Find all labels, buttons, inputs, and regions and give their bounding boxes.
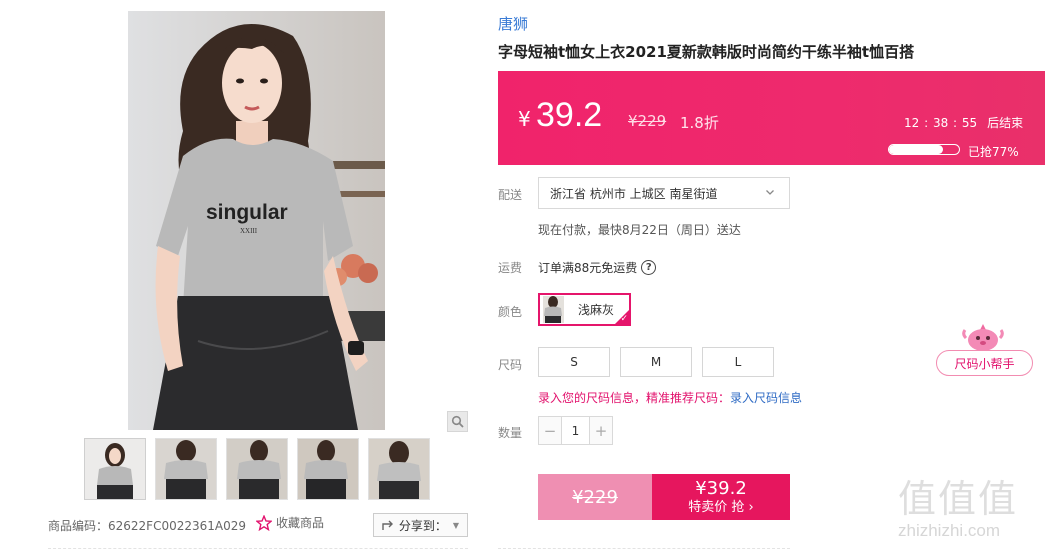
original-price-strike: ¥229: [572, 486, 618, 508]
color-swatch-image: [543, 296, 564, 323]
current-price: 39.2: [536, 96, 603, 134]
divider: [48, 548, 468, 549]
checkmark-icon: ✓: [620, 314, 628, 324]
color-name: 浅麻灰: [578, 303, 615, 317]
size-helper-widget[interactable]: 尺码小帮手: [936, 322, 1034, 378]
thumbnail-4[interactable]: [297, 438, 359, 500]
thumbnail-image: [85, 439, 145, 499]
quantity-input[interactable]: 1: [561, 417, 590, 444]
main-product-image[interactable]: singular XXIII: [128, 11, 385, 430]
star-icon: [256, 514, 272, 531]
size-helper-button[interactable]: 尺码小帮手: [936, 350, 1033, 376]
divider: [498, 548, 790, 549]
original-price: ¥229: [628, 112, 667, 130]
svg-text:XXIII: XXIII: [240, 227, 258, 235]
color-label: 颜色: [498, 305, 523, 319]
zoom-button[interactable]: [447, 411, 468, 432]
thumbnail-strip: [84, 438, 444, 500]
original-price-block: ¥229: [538, 474, 652, 520]
thumbnail-1[interactable]: [84, 438, 146, 500]
product-code: 商品编码：62622FC0022361A029: [48, 519, 247, 533]
chevron-down-icon: [766, 190, 774, 195]
size-option-l[interactable]: L: [702, 347, 774, 377]
shipping-info: 订单满88元免运费 ?: [538, 259, 657, 276]
favorite-button[interactable]: 收藏商品: [256, 514, 324, 531]
watermark-logo: 值值值: [898, 477, 1019, 521]
thumbnail-2[interactable]: [155, 438, 217, 500]
countdown-time: 12 : 38 : 55: [904, 116, 978, 130]
delivery-address-select[interactable]: 浙江省 杭州市 上城区 南星街道: [538, 177, 790, 209]
size-label: 尺码: [498, 358, 523, 372]
size-info-link[interactable]: 录入尺码信息: [730, 391, 802, 405]
shirt-print-text: singular: [206, 201, 288, 224]
caret-down-icon: ▼: [452, 520, 460, 530]
share-label: 分享到：: [398, 518, 447, 533]
thumbnail-image: [227, 439, 287, 499]
thumbnail-3[interactable]: [226, 438, 288, 500]
buy-now-button[interactable]: ¥39.2 特卖价 抢 ›: [652, 474, 790, 520]
flash-sale-price-bar: ¥ 39.2 ¥229 1.8折 12 : 38 : 55 后结束 已抢77%: [498, 71, 1045, 165]
size-tip-text: 录入您的尺码信息，精准推荐尺码：: [538, 391, 731, 405]
sold-progress-bar: [888, 144, 960, 155]
quantity-label: 数量: [498, 426, 523, 440]
currency-symbol: ¥: [518, 107, 531, 131]
delivery-estimate: 现在付款，最快8月22日（周日）送达: [538, 223, 741, 237]
size-option-s[interactable]: S: [538, 347, 610, 377]
buy-label: 特卖价 抢 ›: [688, 500, 754, 515]
mascot-icon: [962, 324, 1004, 351]
magnifier-icon: [451, 415, 464, 428]
quantity-stepper: − 1 +: [538, 416, 613, 445]
delivery-address: 浙江省 杭州市 上城区 南星街道: [550, 186, 718, 201]
thumbnail-image: [298, 439, 358, 499]
watermark: 值值值 zhizhizhi.com: [898, 468, 1038, 552]
thumbnail-image: [156, 439, 216, 499]
watermark-url: zhizhizhi.com: [898, 521, 1001, 540]
buy-price: ¥39.2: [695, 478, 747, 499]
delivery-label: 配送: [498, 188, 523, 202]
sold-progress-fill: [889, 145, 943, 154]
color-option-selected[interactable]: 浅麻灰 ✓: [538, 293, 631, 326]
countdown-suffix: 后结束: [987, 116, 1024, 130]
share-icon: [382, 520, 393, 530]
share-button[interactable]: 分享到： ▼: [373, 513, 468, 537]
sold-percent-text: 已抢77%: [968, 145, 1019, 159]
quantity-decrease-button[interactable]: −: [539, 417, 561, 444]
size-recommendation-tip: 录入您的尺码信息，精准推荐尺码：录入尺码信息: [538, 389, 802, 406]
discount-label: 1.8折: [680, 114, 719, 132]
product-title: 字母短袖t恤女上衣2021夏新款韩版时尚简约干练半袖t恤百搭: [498, 43, 915, 61]
favorite-label: 收藏商品: [276, 516, 325, 530]
shipping-text: 订单满88元免运费: [538, 261, 638, 275]
quantity-increase-button[interactable]: +: [590, 417, 612, 444]
countdown-timer: 12 : 38 : 55 后结束: [904, 114, 1023, 131]
shipping-label: 运费: [498, 261, 523, 275]
model-photo: singular XXIII: [128, 11, 385, 430]
thumbnail-image: [369, 439, 429, 499]
thumbnail-5[interactable]: [368, 438, 430, 500]
size-option-m[interactable]: M: [620, 347, 692, 377]
help-icon[interactable]: ?: [641, 260, 657, 275]
brand-link[interactable]: 唐狮: [498, 13, 528, 34]
